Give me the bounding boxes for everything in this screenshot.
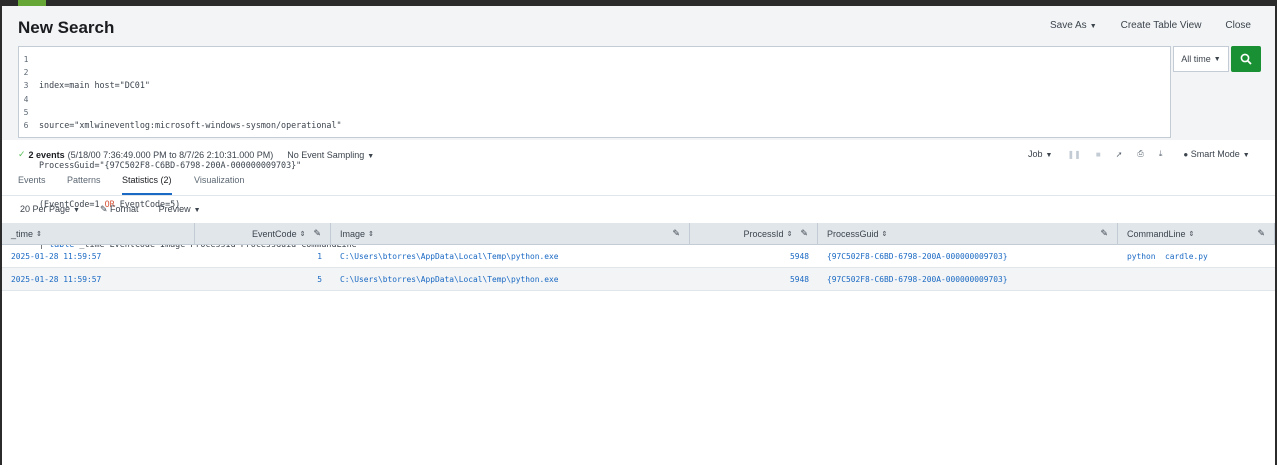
cell-eventcode[interactable]: 5 (195, 268, 331, 290)
column-header-image[interactable]: Image ⇕ ✎ (331, 223, 690, 244)
format-menu[interactable]: ✎ Format (100, 204, 139, 215)
column-header-eventcode[interactable]: EventCode ⇕ ✎ (195, 223, 331, 244)
caret-down-icon: ▼ (1089, 23, 1097, 30)
cell-processguid[interactable]: {97C502F8-C6BD-6798-200A-000000009703} (818, 245, 1118, 267)
time-range-summary: (5/18/00 7:36:49.000 PM to 8/7/26 2:10:3… (67, 149, 274, 160)
header-actions: Save As ▼ Create Table View Close (1050, 20, 1251, 31)
line-number-gutter: 1 2 3 4 5 6 (23, 55, 29, 131)
cell-processid[interactable]: 5948 (690, 268, 818, 290)
column-header-processid[interactable]: ProcessId ⇕ ✎ (690, 223, 818, 244)
tab-events[interactable]: Events (18, 175, 46, 193)
caret-down-icon: ▼ (73, 207, 80, 214)
cell-time[interactable]: 2025-01-28 11:59:57 (2, 268, 195, 290)
cell-eventcode[interactable]: 1 (195, 245, 331, 267)
event-count: 2 events (28, 149, 65, 160)
caret-down-icon: ▼ (1213, 55, 1221, 63)
cell-processid[interactable]: 5948 (690, 245, 818, 267)
cell-image[interactable]: C:\Users\btorres\AppData\Local\Temp\pyth… (331, 268, 690, 290)
preview-menu[interactable]: Preview ▼ (159, 204, 201, 215)
sort-icon: ⇕ (368, 230, 374, 238)
statistics-table: _time ⇕ EventCode ⇕ ✎ Image ⇕ ✎ ProcessId ⇕ ✎ P… (2, 223, 1275, 291)
cell-processguid[interactable]: {97C502F8-C6BD-6798-200A-000000009703} (818, 268, 1118, 290)
stop-icon[interactable]: ■ (1096, 150, 1101, 159)
tab-visualization[interactable]: Visualization (194, 175, 244, 193)
event-sampling-menu[interactable]: No Event Sampling ▼ (287, 150, 374, 160)
sort-icon: ⇕ (36, 230, 42, 238)
bulb-icon: ● (1183, 150, 1189, 159)
per-page-menu[interactable]: 20 Per Page ▼ (20, 204, 80, 215)
table-row: 2025-01-28 11:59:57 5 C:\Users\btorres\A… (2, 268, 1275, 291)
caret-down-icon: ▼ (1242, 152, 1250, 159)
pencil-icon[interactable]: ✎ (1257, 228, 1265, 239)
sort-icon: ⇕ (299, 230, 306, 238)
pencil-icon[interactable]: ✎ (1100, 228, 1108, 239)
table-header-row: _time ⇕ EventCode ⇕ ✎ Image ⇕ ✎ ProcessId ⇕ ✎ P… (2, 223, 1275, 245)
tab-patterns[interactable]: Patterns (67, 175, 101, 193)
search-button[interactable] (1231, 46, 1261, 72)
pause-icon[interactable]: ❚❚ (1067, 150, 1080, 159)
tab-statistics[interactable]: Statistics (2) (122, 175, 172, 195)
pencil-icon[interactable]: ✎ (672, 228, 680, 239)
sort-icon: ⇕ (881, 230, 888, 238)
sort-icon: ⇕ (1188, 230, 1195, 238)
pencil-icon[interactable]: ✎ (313, 228, 321, 239)
caret-down-icon: ▼ (193, 207, 201, 214)
print-icon[interactable]: ⎙ (1137, 149, 1143, 159)
save-as-menu[interactable]: Save As ▼ (1050, 20, 1097, 31)
cell-commandline[interactable]: python cardle.py (1118, 245, 1275, 267)
search-panel: New Search Save As ▼ Create Table View Cl… (2, 6, 1275, 465)
checkmark-icon: ✓ (18, 149, 26, 159)
page-title: New Search (18, 18, 115, 37)
cell-time[interactable]: 2025-01-28 11:59:57 (2, 245, 195, 267)
column-header-processguid[interactable]: ProcessGuid ⇕ ✎ (818, 223, 1118, 244)
caret-down-icon: ▼ (367, 152, 375, 160)
table-row: 2025-01-28 11:59:57 1 C:\Users\btorres\A… (2, 245, 1275, 268)
job-menu[interactable]: Job ▼ (1028, 149, 1052, 159)
table-options: 20 Per Page ▼ ✎ Format Preview ▼ (20, 204, 201, 215)
search-query-editor[interactable]: 1 2 3 4 5 6 index=main host="DC01" sourc… (18, 46, 1171, 288)
cell-commandline[interactable] (1118, 268, 1275, 290)
time-range-picker[interactable]: All time ▼ (1173, 46, 1229, 72)
search-mode-menu[interactable]: ● Smart Mode ▼ (1183, 149, 1249, 159)
search-status: ✓ 2 events (5/18/00 7:36:49.000 PM to 8/… (18, 149, 374, 160)
create-table-view-button[interactable]: Create Table View (1121, 20, 1202, 31)
export-icon[interactable]: ⤓ (1159, 149, 1163, 159)
search-header: New Search Save As ▼ Create Table View Cl… (2, 6, 1275, 288)
cell-image[interactable]: C:\Users\btorres\AppData\Local\Temp\pyth… (331, 245, 690, 267)
column-header-commandline[interactable]: CommandLine ⇕ ✎ (1118, 223, 1275, 244)
search-icon (1240, 53, 1252, 65)
pencil-icon: ✎ (99, 204, 108, 214)
query-line: source="xmlwineventlog:microsoft-windows… (39, 120, 342, 131)
job-toolbar: Job ▼ ❚❚ ■ ➚ ⎙ ⤓ ● Smart Mode ▼ (1028, 149, 1250, 159)
column-header-time[interactable]: _time ⇕ (2, 223, 195, 244)
results-tabs: Events Patterns Statistics (2) Visualiza… (2, 169, 1275, 196)
close-button[interactable]: Close (1225, 20, 1251, 31)
pencil-icon[interactable]: ✎ (800, 228, 808, 239)
sort-icon: ⇕ (786, 230, 793, 238)
query-line: index=main host="DC01" (39, 80, 150, 91)
caret-down-icon: ▼ (1045, 152, 1053, 159)
share-icon[interactable]: ➚ (1116, 150, 1123, 159)
